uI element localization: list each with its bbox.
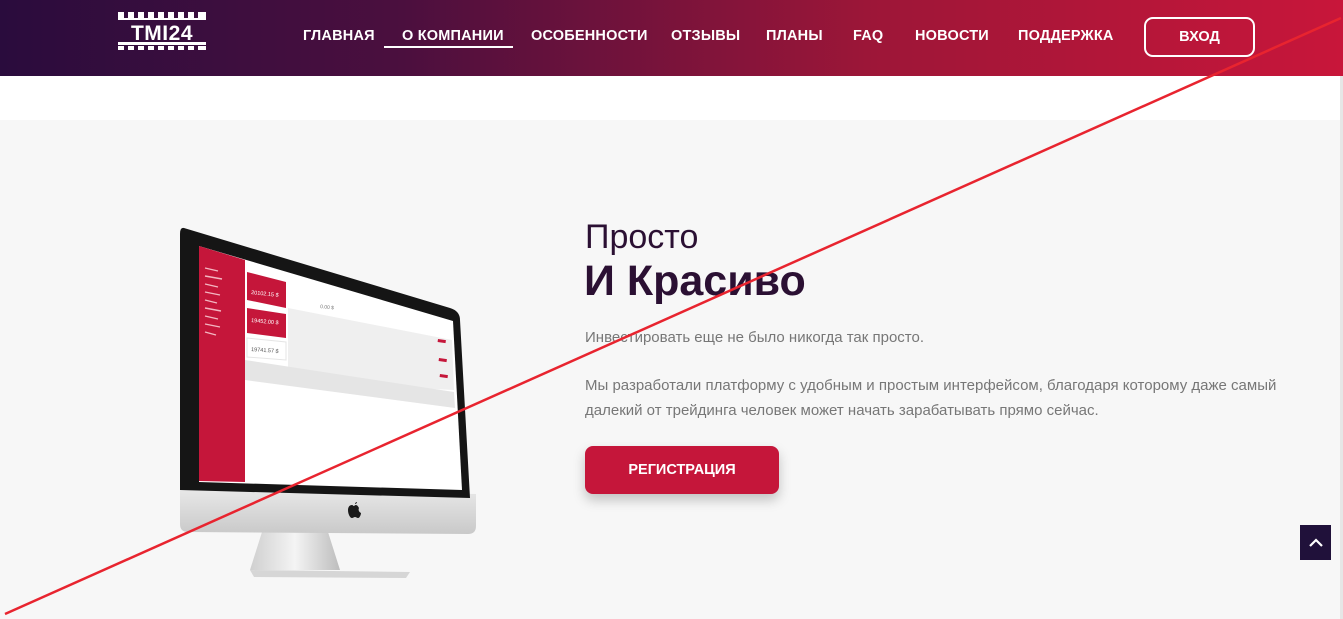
nav-item-home[interactable]: ГЛАВНАЯ bbox=[303, 28, 375, 44]
nav-item-about[interactable]: О КОМПАНИИ bbox=[402, 28, 504, 44]
hero-paragraph-1: Инвестировать еще не было никогда так пр… bbox=[585, 329, 925, 346]
top-navigation-bar: TMI24 ГЛАВНАЯ О КОМПАНИИ ОСОБЕННОСТИ ОТЗ… bbox=[0, 0, 1343, 76]
login-button[interactable]: ВХОД bbox=[1144, 17, 1255, 57]
header-spacer bbox=[0, 76, 1343, 120]
logo-text: TMI24 bbox=[131, 22, 193, 45]
hero-headline-light: Просто bbox=[585, 218, 699, 256]
nav-item-news[interactable]: НОВОСТИ bbox=[915, 28, 989, 44]
nav-item-plans[interactable]: ПЛАНЫ bbox=[766, 28, 823, 44]
register-button[interactable]: РЕГИСТРАЦИЯ bbox=[585, 446, 779, 494]
active-nav-underline bbox=[384, 46, 513, 48]
nav-item-faq[interactable]: FAQ bbox=[853, 28, 883, 44]
nav-item-features[interactable]: ОСОБЕННОСТИ bbox=[531, 28, 648, 44]
computer-illustration: 20102.15 $ 19452.00 $ 19741.57 $ 0.00 $ bbox=[180, 227, 476, 578]
site-logo[interactable]: TMI24 bbox=[116, 10, 208, 52]
scroll-top-button[interactable] bbox=[1300, 525, 1331, 560]
hero-headline-bold: И Красиво bbox=[584, 257, 806, 305]
chevron-up-icon bbox=[1308, 537, 1323, 547]
hero-paragraph-2: Мы разработали платформу с удобным и про… bbox=[585, 377, 1277, 419]
nav-item-support[interactable]: ПОДДЕРЖКА bbox=[1018, 28, 1114, 44]
nav-item-reviews[interactable]: ОТЗЫВЫ bbox=[671, 28, 740, 44]
mock-dashboard-sidebar bbox=[199, 246, 245, 482]
